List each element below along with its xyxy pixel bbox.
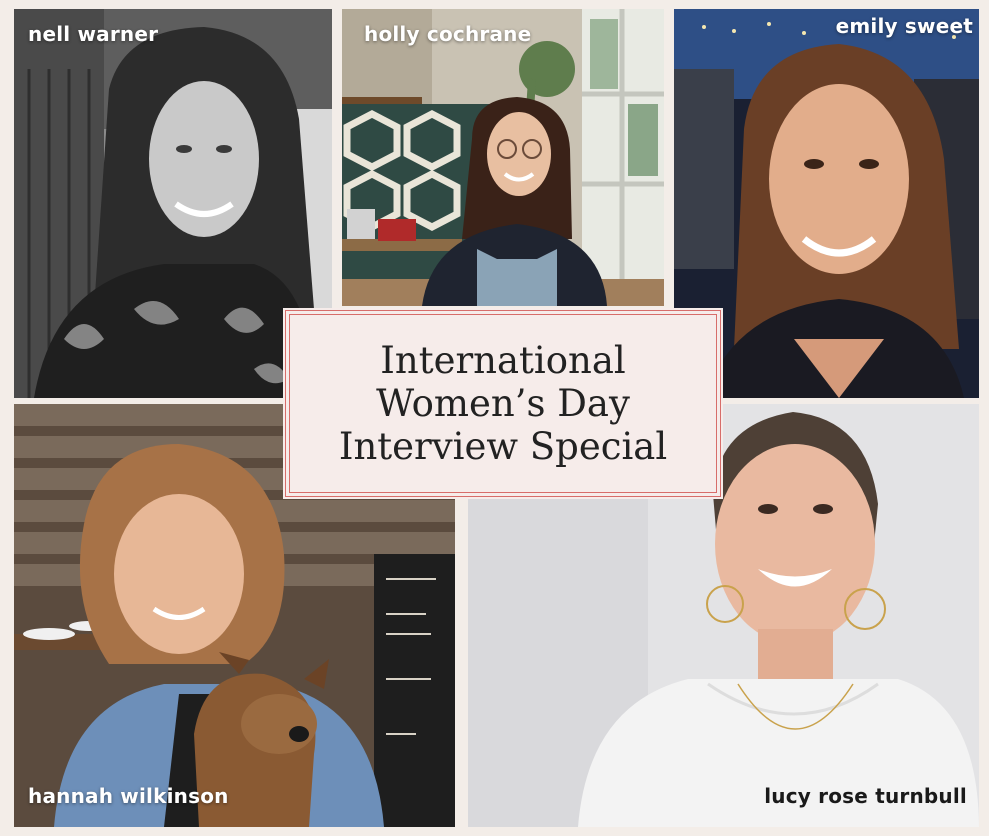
person-name-label: holly cochrane xyxy=(364,22,532,46)
person-name-label: lucy rose turnbull xyxy=(764,784,967,808)
portrait-photo xyxy=(342,9,664,306)
person-name-label: emily sweet xyxy=(835,14,973,38)
title-card: International Women’s Day Interview Spec… xyxy=(283,308,723,499)
person-name-label: nell warner xyxy=(28,22,159,46)
page-title: International Women’s Day Interview Spec… xyxy=(339,339,667,468)
person-name-label: hannah wilkinson xyxy=(28,784,229,808)
title-line: Women’s Day xyxy=(376,382,630,425)
title-line: International xyxy=(380,339,626,382)
photo-tile-holly-cochrane: holly cochrane xyxy=(342,9,664,306)
title-line: Interview Special xyxy=(338,425,668,468)
